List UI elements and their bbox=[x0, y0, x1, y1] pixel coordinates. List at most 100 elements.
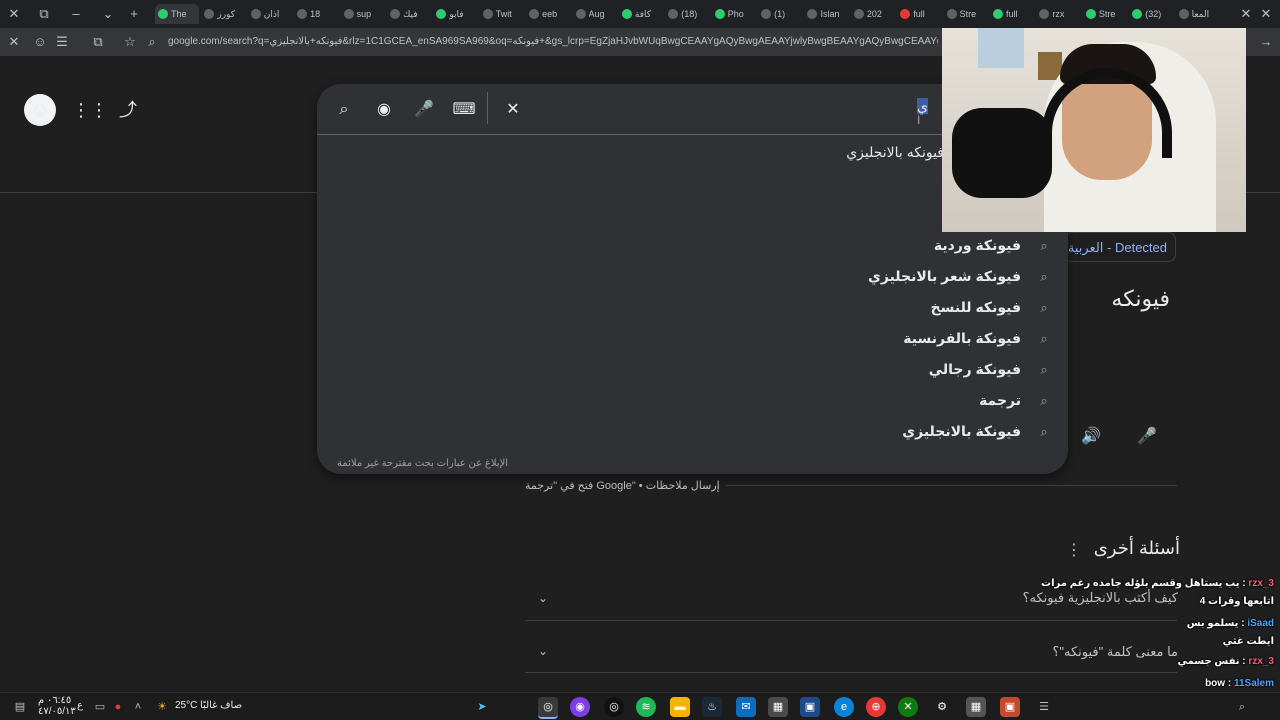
suggestion-item[interactable]: فيونكة بالانجليزي ⌕ bbox=[317, 417, 1068, 448]
tab-favicon-icon bbox=[1039, 9, 1050, 19]
tab-title: اذان bbox=[263, 8, 280, 19]
report-suggestions-link[interactable]: الإبلاغ عن عبارات بحث مقترحة غير ملائمة bbox=[337, 458, 508, 469]
suggestion-item[interactable]: فيونكه للنسخ ⌕ bbox=[317, 293, 1068, 324]
browser-tab[interactable]: فيك bbox=[387, 4, 431, 24]
tab-favicon-icon bbox=[946, 9, 957, 19]
suggestion-item[interactable]: فيونكة بالفرنسية ⌕ bbox=[317, 324, 1068, 355]
suggestion-item[interactable]: فيونكة رجالي ⌕ bbox=[317, 355, 1068, 386]
chat-message: يسلمو بس : iSaad bbox=[1187, 618, 1274, 629]
browser-tab[interactable]: full bbox=[897, 4, 941, 24]
settings-icon[interactable]: ⚙ bbox=[932, 697, 952, 717]
app-icon[interactable]: ▣ bbox=[1000, 697, 1020, 717]
translate-links[interactable]: فتح في "ترجمة Google" • إرسال ملاحظات bbox=[525, 479, 726, 492]
suggestion-item[interactable]: فيونكة وردية ⌕ bbox=[317, 231, 1068, 262]
store-icon[interactable]: ▦ bbox=[768, 697, 788, 717]
network-icon[interactable]: ● bbox=[108, 697, 128, 717]
detected-language-chip[interactable]: العربية - Detected bbox=[1064, 232, 1176, 262]
browser-tab[interactable]: full bbox=[990, 4, 1034, 24]
browser-tab[interactable]: (1) bbox=[758, 4, 802, 24]
browser-tab[interactable]: المعا bbox=[1176, 4, 1220, 24]
clear-search-icon[interactable]: ✕ bbox=[501, 98, 525, 122]
tab-extra-icon[interactable]: ✕ bbox=[1256, 4, 1276, 24]
notifications-icon[interactable]: ▤ bbox=[10, 697, 30, 717]
profile-icon[interactable]: ☺ bbox=[30, 32, 50, 52]
lens-camera-icon[interactable]: ◉ bbox=[372, 98, 396, 122]
current-query-suggestion[interactable]: فيونكه بالانجليزي bbox=[846, 144, 944, 161]
input-language[interactable]: ع bbox=[77, 700, 83, 711]
chevron-up-icon[interactable]: ˄ bbox=[128, 697, 148, 717]
steam-icon[interactable]: ♨ bbox=[702, 697, 722, 717]
app-icon[interactable]: ▣ bbox=[800, 697, 820, 717]
start-icon[interactable]: ☰ bbox=[1034, 697, 1054, 717]
suggestion-item[interactable]: فيونكة شعر بالانجليزي ⌕ bbox=[317, 262, 1068, 293]
obs-icon[interactable]: ◎ bbox=[604, 697, 624, 717]
clock-time[interactable]: ٠٦:٤٥ م bbox=[38, 695, 71, 706]
browser-tab[interactable]: Aug bbox=[573, 4, 617, 24]
clock-date[interactable]: ٤٧/٠٥/١٣ bbox=[38, 706, 76, 717]
weather-desc[interactable]: صاف غالبًا bbox=[200, 700, 242, 711]
weather-temp[interactable]: 25°C bbox=[175, 700, 197, 711]
chevron-down-icon[interactable]: ⌄ bbox=[98, 4, 118, 24]
browser-tab[interactable]: فابو bbox=[433, 4, 477, 24]
search-icon[interactable]: ⌕ bbox=[1232, 697, 1252, 717]
app-icon[interactable]: ⊕ bbox=[866, 697, 886, 717]
suggestion-item[interactable]: ترجمة ⌕ bbox=[317, 386, 1068, 417]
browser-tab[interactable]: (18) bbox=[665, 4, 709, 24]
chevron-down-icon[interactable]: ⌄ bbox=[533, 641, 553, 661]
browser-tab[interactable]: rzx bbox=[1036, 4, 1080, 24]
reading-list-icon[interactable]: ☰ bbox=[52, 32, 72, 52]
close-window-icon[interactable]: ✕ bbox=[4, 4, 24, 24]
forward-arrow-icon[interactable]: → bbox=[1256, 32, 1276, 52]
close-icon[interactable]: ✕ bbox=[4, 32, 24, 52]
monitor-icon[interactable]: ▭ bbox=[90, 697, 110, 717]
tab-title: (1) bbox=[774, 9, 786, 19]
browser-tab[interactable]: Pho bbox=[712, 4, 756, 24]
search-icon: ⌕ bbox=[1040, 331, 1048, 346]
browser-tab[interactable]: Stre bbox=[1083, 4, 1127, 24]
close-tab-icon[interactable]: ✕ bbox=[1236, 4, 1256, 24]
browser-tab[interactable]: sup bbox=[341, 4, 385, 24]
app-icon[interactable]: ➤ bbox=[472, 697, 492, 717]
share-icon[interactable]: ⤴ bbox=[116, 98, 140, 122]
taskbar: ⌕ ☰ ▣ ▦ ⚙ ✕ ⊕ e ▣ ▦ ✉ ♨ ▬ ≋ ◎ ◉ ◎ ➤ 25°C… bbox=[0, 692, 1280, 720]
voice-search-icon[interactable]: 🎤 bbox=[412, 98, 436, 122]
browser-tab[interactable]: 202 bbox=[851, 4, 895, 24]
spotify-icon[interactable]: ≋ bbox=[636, 697, 656, 717]
edge-icon[interactable]: e bbox=[834, 697, 854, 717]
chat-message: ايطت غثي bbox=[1223, 636, 1274, 647]
search-icon[interactable]: ⌕ bbox=[332, 98, 356, 122]
avatar[interactable]: ☺ bbox=[24, 94, 56, 126]
xbox-icon[interactable]: ✕ bbox=[898, 697, 918, 717]
app-icon[interactable]: ▦ bbox=[966, 697, 986, 717]
browser-tab[interactable]: Islan bbox=[804, 4, 848, 24]
mail-icon[interactable]: ✉ bbox=[736, 697, 756, 717]
browser-tab[interactable]: كافة bbox=[619, 4, 663, 24]
app-icon[interactable]: ◉ bbox=[570, 697, 590, 717]
folder-icon[interactable]: ▬ bbox=[670, 697, 690, 717]
browser-tab[interactable]: (32) bbox=[1129, 4, 1173, 24]
keyboard-icon[interactable]: ⌨ bbox=[452, 98, 476, 122]
browser-tab[interactable]: The bbox=[155, 4, 200, 24]
new-tab-icon[interactable]: + bbox=[124, 4, 144, 24]
weather-icon[interactable]: ☀ bbox=[152, 697, 172, 717]
speaker-icon[interactable]: 🔊 bbox=[1080, 426, 1102, 448]
browser-tab[interactable]: كورز bbox=[201, 4, 245, 24]
bookmark-star-icon[interactable]: ☆ bbox=[120, 32, 140, 52]
restore-icon[interactable]: ⧉ bbox=[34, 4, 54, 24]
search-input[interactable]: ي bbox=[728, 98, 928, 120]
apps-grid-icon[interactable]: ⋮⋮ bbox=[72, 98, 108, 122]
extensions-icon[interactable]: ⧉ bbox=[88, 32, 108, 52]
mic-icon[interactable]: 🎤 bbox=[1136, 426, 1158, 448]
chat-message-text: يب يستاهل وقسم بلؤله جامده رغم مرات bbox=[1041, 578, 1240, 589]
more-options-icon[interactable]: ⋮ bbox=[1066, 540, 1082, 560]
chrome-icon[interactable]: ◎ bbox=[538, 697, 558, 719]
browser-tab[interactable]: Stre bbox=[944, 4, 988, 24]
browser-tab[interactable]: اذان bbox=[248, 4, 292, 24]
browser-tab[interactable]: 18 bbox=[294, 4, 338, 24]
chevron-down-icon[interactable]: ⌄ bbox=[533, 588, 553, 608]
browser-tab[interactable]: eeb bbox=[526, 4, 570, 24]
suggestion-text: فيونكة شعر بالانجليزي bbox=[868, 268, 1021, 284]
minimize-icon[interactable]: – bbox=[66, 4, 86, 24]
browser-tab[interactable]: Twit bbox=[480, 4, 524, 24]
address-bar[interactable]: google.com/search?q=فيونكه+بالانجليزي&rl… bbox=[168, 32, 938, 52]
